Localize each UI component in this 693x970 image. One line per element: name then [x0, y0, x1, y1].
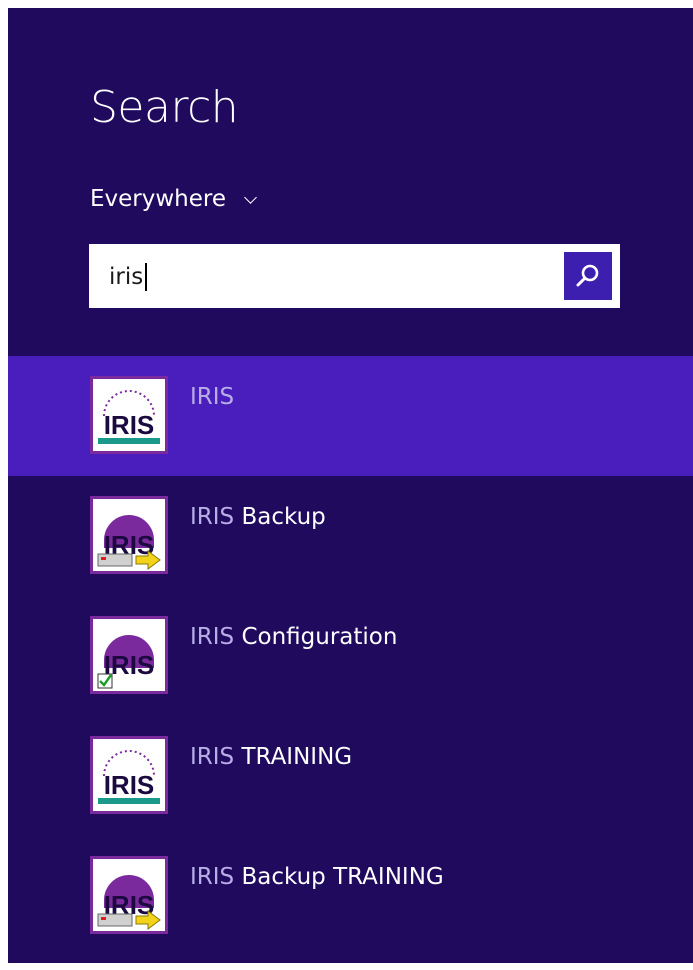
search-results-list: IRIS IRIS IRIS IRIS Backup IRIS IRIS Configur… [8, 356, 693, 956]
search-result-match-text: IRIS [190, 504, 235, 530]
search-result-match-text: IRIS [190, 744, 235, 770]
search-result-label: IRIS [190, 384, 234, 410]
search-result-label: IRIS TRAINING [190, 744, 352, 770]
search-result-item[interactable]: IRIS IRIS Backup [8, 476, 693, 596]
iris-backup-icon: IRIS [90, 856, 168, 934]
search-result-rest-text: Backup [234, 504, 326, 530]
search-result-item[interactable]: IRIS IRIS Configuration [8, 596, 693, 716]
search-result-match-text: IRIS [190, 384, 235, 410]
page-title: Search [90, 82, 239, 133]
search-result-match-text: IRIS [190, 864, 235, 890]
search-icon [576, 264, 599, 287]
search-result-rest-text: Configuration [234, 624, 398, 650]
iris-app-icon: IRIS [90, 376, 168, 454]
icon-text: IRIS [104, 770, 155, 800]
search-query-text: iris [109, 264, 144, 290]
search-result-item[interactable]: IRIS IRIS TRAINING [8, 716, 693, 836]
search-input[interactable]: iris [89, 244, 620, 308]
icon-text: IRIS [104, 410, 155, 440]
search-result-item[interactable]: IRIS IRIS Backup TRAINING [8, 836, 693, 956]
search-scope-label: Everywhere [90, 186, 227, 212]
search-result-match-text: IRIS [190, 624, 235, 650]
search-result-label: IRIS Backup [190, 504, 326, 530]
search-button[interactable] [564, 252, 612, 300]
iris-configuration-icon: IRIS [90, 616, 168, 694]
search-result-rest-text: Backup TRAINING [234, 864, 444, 890]
text-caret [145, 263, 147, 291]
search-result-label: IRIS Backup TRAINING [190, 864, 444, 890]
iris-backup-icon: IRIS [90, 496, 168, 574]
search-query[interactable]: iris [109, 263, 147, 291]
search-scope-dropdown[interactable]: Everywhere [90, 186, 257, 212]
search-result-label: IRIS Configuration [190, 624, 397, 650]
chevron-down-icon [244, 190, 257, 204]
search-result-rest-text: TRAINING [234, 744, 353, 770]
search-charm-panel: Search Everywhere iris IRIS IRIS IRIS IRIS … [8, 8, 693, 963]
search-result-item[interactable]: IRIS IRIS [8, 356, 693, 476]
iris-app-icon: IRIS [90, 736, 168, 814]
